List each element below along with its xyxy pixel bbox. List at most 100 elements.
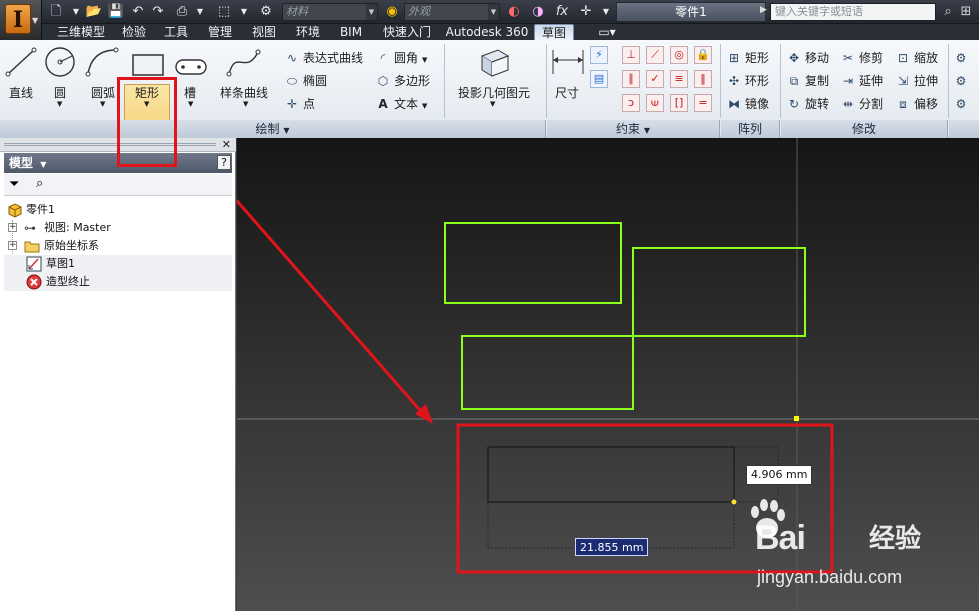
- symmetric-constraint-icon[interactable]: ⟒: [646, 94, 664, 112]
- rectangular-pattern-button[interactable]: ⊞ 矩形: [726, 48, 769, 68]
- chevron-down-icon[interactable]: ▼: [188, 100, 193, 108]
- tab-get-started[interactable]: 快速入门: [374, 24, 440, 40]
- chevron-down-icon[interactable]: ▼: [243, 100, 248, 108]
- fillet-button[interactable]: ◜ 圆角 ▼: [375, 48, 428, 68]
- help-search-input[interactable]: 键入关键字或短语: [770, 3, 936, 21]
- filter-icon[interactable]: ⏷: [9, 177, 19, 192]
- fix-constraint-icon[interactable]: 🔒: [694, 46, 712, 64]
- chevron-down-icon[interactable]: ▼: [100, 100, 105, 108]
- format-icon[interactable]: ⚙: [953, 71, 972, 91]
- chevron-down-icon[interactable]: ▼: [596, 2, 616, 22]
- constrain-panel-title[interactable]: 约束 ▼: [547, 120, 720, 138]
- binoculars-icon[interactable]: ⌕: [36, 176, 43, 191]
- tab-bim[interactable]: BIM: [332, 24, 370, 40]
- select-icon[interactable]: ⬚: [214, 2, 234, 22]
- color-wheel-icon[interactable]: ◉: [382, 2, 402, 22]
- circular-pattern-button[interactable]: ✣ 环形: [726, 71, 769, 91]
- print-icon[interactable]: ⎙: [172, 2, 192, 22]
- tab-inspect[interactable]: 检验: [114, 24, 154, 40]
- smooth-constraint-icon[interactable]: ɔ: [622, 94, 640, 112]
- tab-environments[interactable]: 环境: [288, 24, 328, 40]
- project-geometry-icon[interactable]: [476, 46, 512, 78]
- stretch-button[interactable]: ⇲ 拉伸: [895, 71, 938, 91]
- clear-appearance-icon[interactable]: ◑: [528, 2, 548, 22]
- tab-autodesk-360[interactable]: Autodesk 360: [444, 24, 530, 40]
- tab-view[interactable]: 视图: [244, 24, 284, 40]
- expand-icon[interactable]: ⊞: [958, 3, 974, 21]
- parallel-constraint-icon[interactable]: ∥: [622, 70, 640, 88]
- tree-item-part[interactable]: 零件1: [4, 201, 232, 219]
- coincident-constraint-icon[interactable]: ✓: [646, 70, 664, 88]
- chevron-down-icon[interactable]: ▼: [234, 2, 254, 22]
- copy-button[interactable]: ⧉ 复制: [786, 71, 829, 91]
- chevron-down-icon[interactable]: ▼: [490, 100, 495, 108]
- tree-item-view[interactable]: + ⊶ 视图: Master: [4, 219, 232, 237]
- slot-button-label[interactable]: 槽: [184, 84, 196, 101]
- tab-tools[interactable]: 工具: [156, 24, 196, 40]
- dimension-icon[interactable]: [550, 46, 586, 78]
- tree-item-sketch[interactable]: 草图1: [4, 255, 232, 273]
- height-dimension-input[interactable]: 4.906 mm: [746, 465, 813, 485]
- new-file-icon[interactable]: 🗋: [46, 2, 66, 22]
- ellipse-button[interactable]: ⬭ 椭圆: [284, 71, 327, 91]
- extend-button[interactable]: ⇥ 延伸: [840, 71, 883, 91]
- line-icon[interactable]: [4, 46, 40, 78]
- equation-curve-button[interactable]: ∿ 表达式曲线: [284, 48, 363, 68]
- vertical-constraint-icon[interactable]: ‖: [694, 70, 712, 88]
- show-constraints-icon[interactable]: ▤: [590, 70, 608, 88]
- trim-button[interactable]: ✂ 修剪: [840, 48, 883, 68]
- chevron-down-icon[interactable]: ▼: [190, 2, 210, 22]
- equal-constraint-icon[interactable]: =: [694, 94, 712, 112]
- dimension-label[interactable]: 尺寸: [555, 84, 579, 101]
- arc-button-label[interactable]: 圆弧: [91, 84, 115, 101]
- redo-icon[interactable]: ↷: [148, 2, 168, 22]
- auto-dimension-icon[interactable]: ⚡: [590, 46, 608, 64]
- width-dimension-input[interactable]: 21.855 mm: [575, 538, 649, 556]
- text-button[interactable]: A 文本 ▼: [375, 94, 427, 114]
- chevron-down-icon[interactable]: ▼: [57, 100, 62, 108]
- save-icon[interactable]: 💾: [106, 2, 126, 22]
- split-button[interactable]: ⇹ 分割: [840, 94, 883, 114]
- equal-bracket-constraint-icon[interactable]: []: [670, 94, 688, 112]
- concentric-constraint-icon[interactable]: ◎: [670, 46, 688, 64]
- plus-icon[interactable]: ✛: [576, 2, 596, 22]
- perpendicular-constraint-icon[interactable]: ⊥: [622, 46, 640, 64]
- close-icon[interactable]: ✕: [222, 138, 231, 152]
- arc-icon[interactable]: [84, 46, 120, 78]
- draw-panel-title[interactable]: 绘制 ▼: [0, 120, 546, 138]
- application-menu-button[interactable]: I ▼: [0, 0, 42, 40]
- expand-icon[interactable]: +: [8, 223, 17, 232]
- circle-button-label[interactable]: 圆: [54, 84, 66, 101]
- point-button[interactable]: ✛ 点: [284, 94, 315, 114]
- mirror-button[interactable]: ⧓ 镜像: [726, 94, 769, 114]
- fx-parameters-icon[interactable]: fx: [552, 2, 572, 22]
- line-button-label[interactable]: 直线: [9, 84, 33, 101]
- undo-icon[interactable]: ↶: [128, 2, 148, 22]
- pattern-panel-title[interactable]: 阵列: [721, 120, 780, 138]
- expand-icon[interactable]: +: [8, 241, 17, 250]
- slot-icon[interactable]: [174, 52, 210, 84]
- polygon-button[interactable]: ⬡ 多边形: [375, 71, 430, 91]
- tab-sketch[interactable]: 草图: [534, 24, 574, 40]
- spline-button-label[interactable]: 样条曲线: [220, 84, 268, 101]
- open-folder-icon[interactable]: 📂: [84, 2, 104, 22]
- offset-button[interactable]: ⧈ 偏移: [895, 94, 938, 114]
- help-icon[interactable]: ?: [217, 155, 231, 170]
- drag-grip-icon[interactable]: [4, 143, 216, 146]
- update-icon[interactable]: ⚙: [256, 2, 276, 22]
- format-icon[interactable]: ⚙: [953, 94, 972, 114]
- graphics-window[interactable]: 4.906 mm 21.855 mm Bai 经验 jingyan.baidu.…: [237, 138, 979, 611]
- binoculars-icon[interactable]: ⌕: [940, 3, 956, 21]
- material-combo[interactable]: 材料 ▼: [282, 3, 378, 21]
- chevron-down-icon[interactable]: ▼: [66, 2, 86, 22]
- appearance-combo[interactable]: 外观 ▼: [404, 3, 500, 21]
- spline-icon[interactable]: [226, 46, 262, 78]
- scale-button[interactable]: ⊡ 缩放: [895, 48, 938, 68]
- tab-3d-model[interactable]: 三维模型: [48, 24, 114, 40]
- tree-item-end-of-part[interactable]: 造型终止: [4, 273, 232, 291]
- project-geometry-label[interactable]: 投影几何图元: [458, 84, 530, 101]
- adjust-appearance-icon[interactable]: ◐: [504, 2, 524, 22]
- circle-icon[interactable]: [42, 46, 78, 78]
- camera-icon[interactable]: ▭▾: [592, 24, 622, 40]
- tab-manage[interactable]: 管理: [200, 24, 240, 40]
